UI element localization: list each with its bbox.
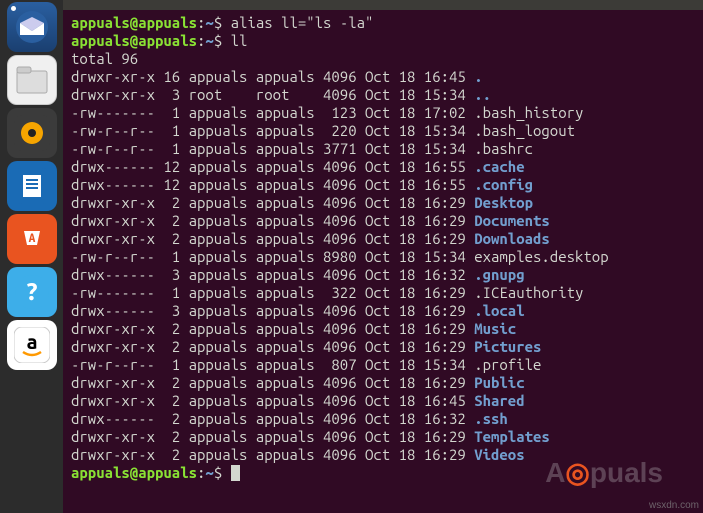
filename: .config xyxy=(474,176,533,193)
launcher-amazon-icon[interactable]: a xyxy=(7,320,57,370)
watermark-text: wsxdn.com xyxy=(649,500,699,511)
filename: Pictures xyxy=(474,338,541,355)
listing-row: drwx------ 12 appuals appuals 4096 Oct 1… xyxy=(71,158,695,176)
launcher-writer-icon[interactable] xyxy=(7,161,57,211)
filename: examples.desktop xyxy=(474,248,608,265)
listing-row: -rw-r--r-- 1 appuals appuals 8980 Oct 18… xyxy=(71,248,695,266)
listing-row: drwxr-xr-x 16 appuals appuals 4096 Oct 1… xyxy=(71,68,695,86)
launcher-help-icon[interactable]: ? xyxy=(7,267,57,317)
svg-text:?: ? xyxy=(25,278,38,305)
filename: .bashrc xyxy=(474,140,533,157)
terminal-window[interactable]: appuals@appuals:~$ alias ll="ls -la"appu… xyxy=(63,0,703,513)
launcher-files-icon[interactable] xyxy=(7,55,57,105)
listing-row: drwxr-xr-x 2 appuals appuals 4096 Oct 18… xyxy=(71,428,695,446)
launcher-software-icon[interactable]: A xyxy=(7,214,57,264)
launcher-panel: A ? a xyxy=(0,0,63,513)
terminal-titlebar[interactable] xyxy=(63,0,703,10)
listing-row: drwxr-xr-x 2 appuals appuals 4096 Oct 18… xyxy=(71,230,695,248)
listing-row: drwx------ 12 appuals appuals 4096 Oct 1… xyxy=(71,176,695,194)
filename: Videos xyxy=(474,446,524,463)
command-text: ll xyxy=(231,32,248,49)
filename: .local xyxy=(474,302,524,319)
filename: .ssh xyxy=(474,410,508,427)
listing-row: drwxr-xr-x 3 root root 4096 Oct 18 15:34… xyxy=(71,86,695,104)
prompt-line: appuals@appuals:~$ ll xyxy=(71,32,695,50)
filename: .. xyxy=(474,86,491,103)
listing-row: drwxr-xr-x 2 appuals appuals 4096 Oct 18… xyxy=(71,320,695,338)
listing-row: drwx------ 3 appuals appuals 4096 Oct 18… xyxy=(71,302,695,320)
filename: Documents xyxy=(474,212,550,229)
listing-row: -rw-r--r-- 1 appuals appuals 3771 Oct 18… xyxy=(71,140,695,158)
svg-text:A: A xyxy=(28,232,35,245)
launcher-thunderbird-icon[interactable] xyxy=(7,2,57,52)
listing-row: drwxr-xr-x 2 appuals appuals 4096 Oct 18… xyxy=(71,392,695,410)
filename: .profile xyxy=(474,356,541,373)
filename: . xyxy=(474,68,482,85)
cursor-block xyxy=(231,465,240,481)
filename: .bash_logout xyxy=(474,122,575,139)
filename: .gnupg xyxy=(474,266,524,283)
filename: Downloads xyxy=(474,230,550,247)
total-line: total 96 xyxy=(71,50,695,68)
filename: .cache xyxy=(474,158,524,175)
filename: Music xyxy=(474,320,516,337)
filename: Templates xyxy=(474,428,550,445)
listing-row: drwxr-xr-x 2 appuals appuals 4096 Oct 18… xyxy=(71,338,695,356)
listing-row: drwx------ 2 appuals appuals 4096 Oct 18… xyxy=(71,410,695,428)
filename: Desktop xyxy=(474,194,533,211)
filename: Public xyxy=(474,374,524,391)
listing-row: drwxr-xr-x 2 appuals appuals 4096 Oct 18… xyxy=(71,212,695,230)
appuals-logo: A◎puals xyxy=(545,456,663,489)
listing-row: -rw------- 1 appuals appuals 322 Oct 18 … xyxy=(71,284,695,302)
terminal-body[interactable]: appuals@appuals:~$ alias ll="ls -la"appu… xyxy=(63,10,703,486)
svg-text:a: a xyxy=(26,330,37,353)
listing-row: drwx------ 3 appuals appuals 4096 Oct 18… xyxy=(71,266,695,284)
filename: Shared xyxy=(474,392,524,409)
listing-row: -rw-r--r-- 1 appuals appuals 220 Oct 18 … xyxy=(71,122,695,140)
filename: .bash_history xyxy=(474,104,583,121)
command-text: alias ll="ls -la" xyxy=(231,14,374,31)
listing-row: drwxr-xr-x 2 appuals appuals 4096 Oct 18… xyxy=(71,374,695,392)
listing-row: drwxr-xr-x 2 appuals appuals 4096 Oct 18… xyxy=(71,194,695,212)
listing-row: -rw------- 1 appuals appuals 123 Oct 18 … xyxy=(71,104,695,122)
prompt-line: appuals@appuals:~$ alias ll="ls -la" xyxy=(71,14,695,32)
listing-row: -rw-r--r-- 1 appuals appuals 807 Oct 18 … xyxy=(71,356,695,374)
launcher-rhythmbox-icon[interactable] xyxy=(7,108,57,158)
filename: .ICEauthority xyxy=(474,284,583,301)
